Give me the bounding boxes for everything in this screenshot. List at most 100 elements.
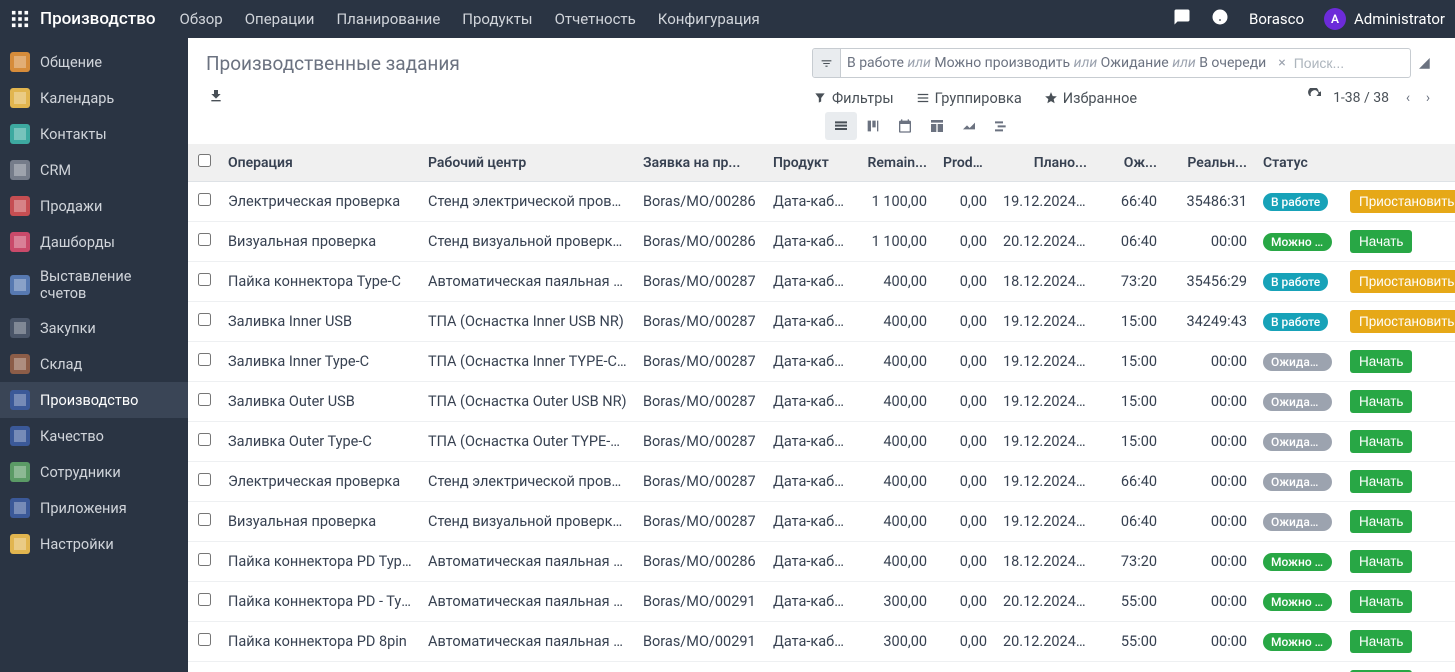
start-button[interactable]: Начать [1350,470,1412,493]
download-icon[interactable] [206,88,224,108]
top-menu-item[interactable]: Продукты [462,10,532,28]
groupby-button[interactable]: Группировка [916,90,1022,107]
list-view-icon[interactable] [825,112,857,140]
graph-view-icon[interactable] [953,112,985,140]
app-title[interactable]: Производство [40,9,156,29]
sidebar-item[interactable]: Контакты [0,116,188,152]
pager-text[interactable]: 1-38 / 38 [1333,90,1389,106]
table-row[interactable]: Заливка Inner USBТПА (Оснастка Inner USB… [188,302,1455,342]
search-filter-icon[interactable] [813,49,841,77]
column-header[interactable]: Реальн... [1165,144,1255,182]
top-menu-item[interactable]: Операции [245,10,315,28]
top-menu-item[interactable]: Отчетность [555,10,636,28]
sidebar-item-label: Контакты [40,126,107,143]
sidebar-item[interactable]: Настройки [0,526,188,562]
filters-button[interactable]: Фильтры [813,90,894,107]
table-row[interactable]: Заливка Inner Type-CТПА (Оснастка Inner … [188,342,1455,382]
column-header[interactable]: Ож... [1095,144,1165,182]
pause-button[interactable]: Приостановить [1350,270,1455,293]
row-checkbox[interactable] [198,353,211,366]
calendar-view-icon[interactable] [889,112,921,140]
start-button[interactable]: Начать [1350,550,1412,573]
pager-prev-icon[interactable]: ‹ [1399,90,1417,106]
sidebar-item[interactable]: Сотрудники [0,454,188,490]
kanban-view-icon[interactable] [857,112,889,140]
top-menu-item[interactable]: Планирование [336,10,440,28]
apps-menu-icon[interactable] [10,9,30,29]
clear-facet-icon[interactable]: × [1278,55,1285,71]
sidebar-item[interactable]: Склад [0,346,188,382]
table-row[interactable]: Заливка Outer Type-CТПА (Оснастка Outer … [188,422,1455,462]
column-header[interactable]: Produ... [935,144,995,182]
top-menu-item[interactable]: Конфигурация [658,10,760,28]
column-header[interactable]: Статус [1255,144,1340,182]
row-checkbox[interactable] [198,513,211,526]
messaging-icon[interactable] [1173,8,1191,30]
sidebar-item[interactable]: Закупки [0,310,188,346]
column-header[interactable] [1340,144,1455,182]
row-checkbox[interactable] [198,193,211,206]
row-checkbox[interactable] [198,393,211,406]
start-button[interactable]: Начать [1350,630,1412,653]
search-box[interactable]: В работе или Можно производить или Ожида… [812,48,1411,78]
pause-button[interactable]: Приостановить [1350,310,1455,333]
table-row[interactable]: Пайка коннектора PD 8pinАвтоматическая п… [188,622,1455,662]
username[interactable]: Administrator [1354,10,1445,28]
search-expand-icon[interactable]: ◢ [1419,55,1437,71]
cell-produced: 0,00 [935,622,995,662]
row-checkbox[interactable] [198,633,211,646]
column-header[interactable]: Плано... [995,144,1095,182]
table-row[interactable]: Заливка Outer USBТПА (Оснастка Outer USB… [188,382,1455,422]
row-checkbox[interactable] [198,593,211,606]
top-menu-item[interactable]: Обзор [180,10,223,28]
sidebar-item[interactable]: Качество [0,418,188,454]
column-header[interactable]: Remain... [855,144,935,182]
reload-icon[interactable] [1307,88,1323,108]
table-row[interactable]: Пайка коннектора Type-CАвтоматическая па… [188,262,1455,302]
sidebar-item[interactable]: Приложения [0,490,188,526]
cell-actions: НачатьСтоп [1340,542,1455,582]
table-row[interactable]: Визуальная проверкаСтенд визуальной пров… [188,502,1455,542]
table-row[interactable]: Электрическая проверкаСтенд электрическо… [188,182,1455,222]
sidebar-item[interactable]: Продажи [0,188,188,224]
user-avatar[interactable]: A [1324,8,1346,30]
company-switcher[interactable]: Borasco [1249,10,1304,28]
sidebar-item[interactable]: Выставление счетов [0,260,188,310]
column-header[interactable]: Продукт [765,144,855,182]
search-input[interactable] [1286,55,1410,71]
sidebar-item[interactable]: CRM [0,152,188,188]
row-checkbox[interactable] [198,313,211,326]
table-row[interactable]: Визуальная проверкаСтенд визуальной пров… [188,222,1455,262]
row-checkbox[interactable] [198,433,211,446]
table-row[interactable]: Заливка Inner Type-CТПА (Оснастка Inner … [188,662,1455,672]
start-button[interactable]: Начать [1350,430,1412,453]
column-header[interactable]: Заявка на пр... [635,144,765,182]
column-header[interactable]: Операция [220,144,420,182]
column-header[interactable]: Рабочий центр [420,144,635,182]
row-checkbox[interactable] [198,553,211,566]
row-checkbox[interactable] [198,473,211,486]
pager-next-icon[interactable]: › [1419,90,1437,106]
table-row[interactable]: Пайка коннектора PD Type-CАвтоматическая… [188,542,1455,582]
table-row[interactable]: Пайка коннектора PD - Type-CАвтоматическ… [188,582,1455,622]
sidebar-item[interactable]: Производство [0,382,188,418]
groupby-label: Группировка [935,90,1022,107]
gantt-view-icon[interactable] [985,112,1017,140]
pause-button[interactable]: Приостановить [1350,190,1455,213]
sidebar-item[interactable]: Дашборды [0,224,188,260]
start-button[interactable]: Начать [1350,510,1412,533]
table-row[interactable]: Электрическая проверкаСтенд электрическо… [188,462,1455,502]
pivot-view-icon[interactable] [921,112,953,140]
row-checkbox[interactable] [198,273,211,286]
start-button[interactable]: Начать [1350,390,1412,413]
start-button[interactable]: Начать [1350,230,1412,253]
row-checkbox[interactable] [198,233,211,246]
sidebar-item-label: Сотрудники [40,464,121,481]
start-button[interactable]: Начать [1350,350,1412,373]
sidebar-item[interactable]: Общение [0,44,188,80]
sidebar-item[interactable]: Календарь [0,80,188,116]
start-button[interactable]: Начать [1350,590,1412,613]
favorites-button[interactable]: Избранное [1044,90,1137,107]
select-all-checkbox[interactable] [198,154,211,167]
activity-icon[interactable] [1211,8,1229,30]
